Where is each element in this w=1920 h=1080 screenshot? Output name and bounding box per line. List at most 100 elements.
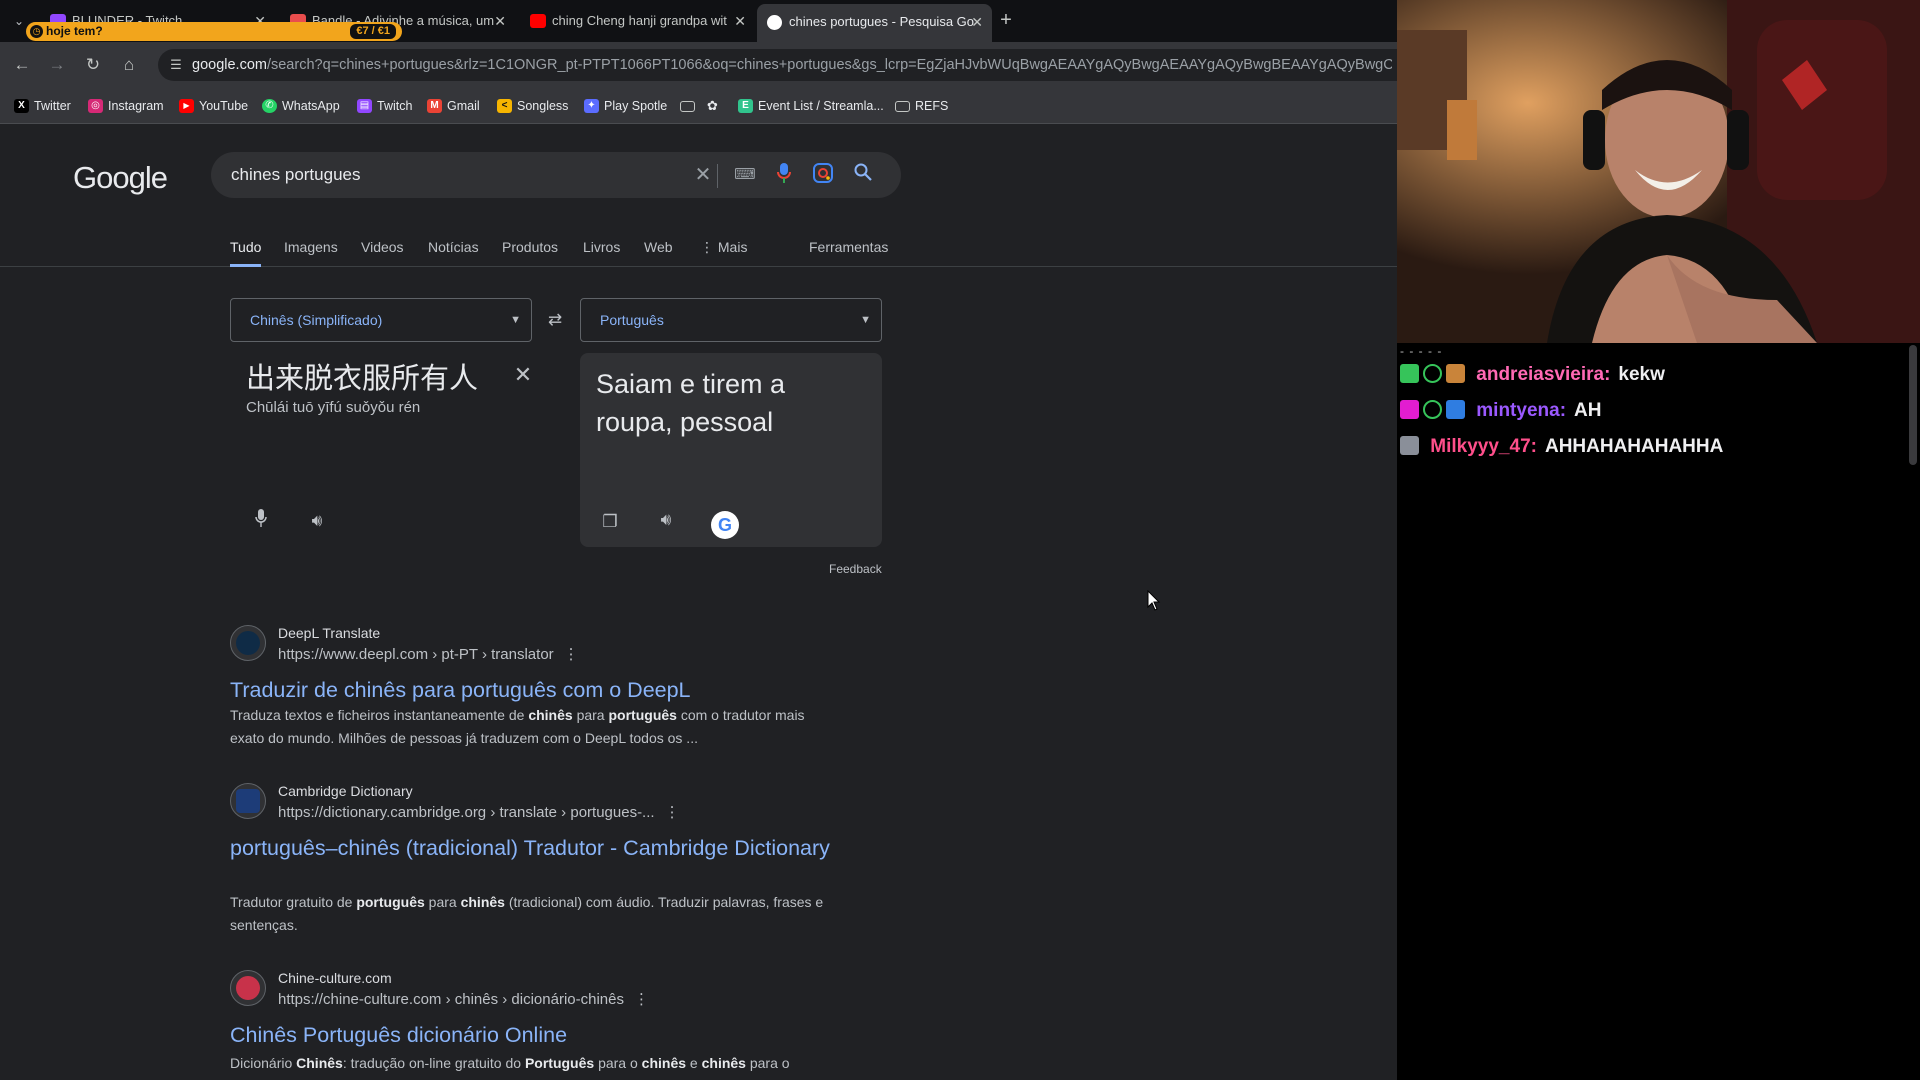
dropdown-caret-icon: ▼ [510, 314, 521, 326]
swap-languages-icon[interactable]: ⇄ [544, 309, 566, 331]
timer-label: hoje tem? [46, 24, 103, 38]
bookmark-whatsapp[interactable]: ✆ WhatsApp [260, 88, 340, 124]
bookmark-songless[interactable]: < Songless [495, 88, 568, 124]
sub-badge-icon [1400, 364, 1419, 383]
heart-badge-icon [1423, 364, 1442, 383]
close-tab-icon[interactable]: ✕ [494, 6, 506, 36]
tab-books[interactable]: Livros [583, 229, 620, 267]
bookmark-label: Instagram [108, 99, 164, 113]
tools-button[interactable]: Ferramentas [809, 229, 888, 267]
speaker-icon[interactable]: 🔊︎ [305, 509, 329, 533]
clear-source-icon[interactable]: ✕ [511, 363, 535, 387]
result-url[interactable]: https://www.deepl.com › pt-PT › translat… [278, 645, 579, 663]
speaker-icon[interactable]: 🔊︎ [654, 508, 678, 532]
result-url[interactable]: https://dictionary.cambridge.org › trans… [278, 803, 680, 821]
bookmarks-bar: X Twitter ◎ Instagram ▶ YouTube ✆ WhatsApp ▤… [0, 88, 1397, 124]
more-options-icon[interactable]: ⋮ [665, 804, 680, 821]
close-tab-icon[interactable]: ✕ [971, 4, 983, 40]
chat-message: mintyena: AH [1400, 396, 1601, 426]
home-icon[interactable]: ⌂ [117, 53, 141, 77]
bookmark-twitch[interactable]: ▤ Twitch [355, 88, 412, 124]
reload-icon[interactable]: ↻ [81, 53, 105, 77]
feedback-link[interactable]: Feedback [829, 562, 882, 576]
webcam-image [1397, 0, 1920, 343]
bookmark-refs-folder[interactable]: REFS [893, 88, 948, 124]
bookmark-label: WhatsApp [282, 99, 340, 113]
tab-news[interactable]: Notícias [428, 229, 479, 267]
google-logo[interactable]: Google [73, 160, 168, 196]
search-input[interactable]: chines portugues [231, 152, 360, 198]
tab-all[interactable]: Tudo [230, 229, 262, 267]
copy-icon[interactable]: ❐ [598, 510, 622, 534]
bookmark-alien[interactable]: ✿ [703, 88, 725, 124]
tab-images[interactable]: Imagens [284, 229, 338, 267]
more-options-icon[interactable]: ⋮ [634, 991, 649, 1008]
spotle-icon: ✦ [584, 99, 599, 113]
search-icon[interactable] [851, 163, 875, 187]
tab-shopping[interactable]: Produtos [502, 229, 558, 267]
result-title-link[interactable]: português–chinês (tradicional) Tradutor … [230, 833, 850, 863]
google-results-page: Google chines portugues ✕ ⌨ Tudo Imagens [0, 125, 1397, 1080]
result-url[interactable]: https://chine-culture.com › chinês › dic… [278, 990, 649, 1008]
keyboard-icon[interactable]: ⌨ [733, 163, 757, 187]
site-info-icon[interactable]: ☰ [166, 55, 186, 75]
result-url-text: https://www.deepl.com › pt-PT › translat… [278, 646, 554, 663]
result-url-text: https://dictionary.cambridge.org › trans… [278, 804, 655, 821]
timer-icon: ◷ [30, 25, 43, 38]
result-title-link[interactable]: Traduzir de chinês para português com o … [230, 675, 850, 705]
chat-username[interactable]: mintyena: [1476, 400, 1566, 421]
tab-youtube[interactable]: ching Cheng hanji grandpa wit ✕ [520, 6, 755, 36]
bookmark-label: REFS [915, 99, 949, 113]
google-g-icon[interactable]: G [711, 511, 739, 539]
bookmark-label: Gmail [447, 99, 480, 113]
forward-arrow-icon[interactable]: → [45, 53, 69, 77]
chat-text: kekw [1618, 364, 1665, 385]
bookmark-folder[interactable] [678, 88, 700, 124]
chat-username[interactable]: andreiasvieira: [1476, 364, 1610, 385]
microphone-icon[interactable] [772, 163, 796, 187]
bookmark-event-list[interactable]: E Event List / Streamla... [736, 88, 884, 124]
folder-icon [680, 101, 695, 112]
youtube-favicon-icon [530, 14, 546, 28]
gmail-icon: M [427, 99, 442, 113]
tab-more[interactable]: ⋮ Mais [700, 229, 747, 267]
bookmark-label: YouTube [199, 99, 249, 113]
bookmark-twitter[interactable]: X Twitter [12, 88, 71, 124]
bookmark-gmail[interactable]: M Gmail [425, 88, 480, 124]
search-box[interactable]: chines portugues ✕ ⌨ [211, 152, 901, 198]
chat-scrollbar[interactable] [1909, 345, 1917, 465]
folder-icon [895, 101, 910, 112]
tab-google-search[interactable]: chines portugues - Pesquisa Go ✕ [757, 4, 992, 42]
bookmark-play-spotle[interactable]: ✦ Play Spotle [582, 88, 667, 124]
youtube-icon: ▶ [179, 99, 194, 113]
more-options-icon[interactable]: ⋮ [564, 646, 579, 663]
source-text-input[interactable]: 出来脱衣服所有人 [246, 355, 478, 397]
source-romanization: Chūlái tuō yīfú suǒyǒu rén [246, 399, 421, 416]
sub-badge-icon [1400, 436, 1419, 455]
microphone-icon[interactable] [249, 509, 273, 533]
tab-videos[interactable]: Videos [361, 229, 404, 267]
result-title-link[interactable]: Chinês Português dicionário Online [230, 1020, 850, 1050]
address-url[interactable]: google.com/search?q=chines+portugues&rlz… [192, 49, 1392, 81]
whatsapp-icon: ✆ [262, 99, 277, 113]
bookmark-youtube[interactable]: ▶ YouTube [177, 88, 248, 124]
search-divider [717, 164, 718, 188]
google-lens-icon[interactable] [811, 163, 835, 187]
result-snippet: Tradutor gratuito de português para chin… [230, 894, 824, 933]
address-bar[interactable]: ☰ google.com/search?q=chines+portugues&r… [158, 49, 1397, 81]
browser-toolbar: ← → ↻ ⌂ ☰ google.com/search?q=chines+por… [0, 42, 1397, 88]
translation-output: Saiam e tirem a roupa, pessoal ❐ 🔊︎ G [580, 353, 882, 547]
tab-web[interactable]: Web [644, 229, 673, 267]
result-snippet: Traduza textos e ficheiros instantaneame… [230, 707, 805, 746]
target-language-select[interactable]: Português ▼ [580, 298, 882, 342]
songless-icon: < [497, 99, 512, 113]
bookmark-label: Event List / Streamla... [758, 99, 884, 113]
back-arrow-icon[interactable]: ← [10, 53, 34, 77]
chat-username[interactable]: Milkyyy_47: [1430, 436, 1537, 457]
close-tab-icon[interactable]: ✕ [734, 6, 746, 36]
new-tab-button[interactable]: + [994, 9, 1018, 33]
source-language-select[interactable]: Chinês (Simplificado) ▼ [230, 298, 532, 342]
tab-title: ching Cheng hanji grandpa wit [552, 13, 727, 28]
clear-search-icon[interactable]: ✕ [691, 163, 715, 187]
bookmark-instagram[interactable]: ◎ Instagram [86, 88, 164, 124]
